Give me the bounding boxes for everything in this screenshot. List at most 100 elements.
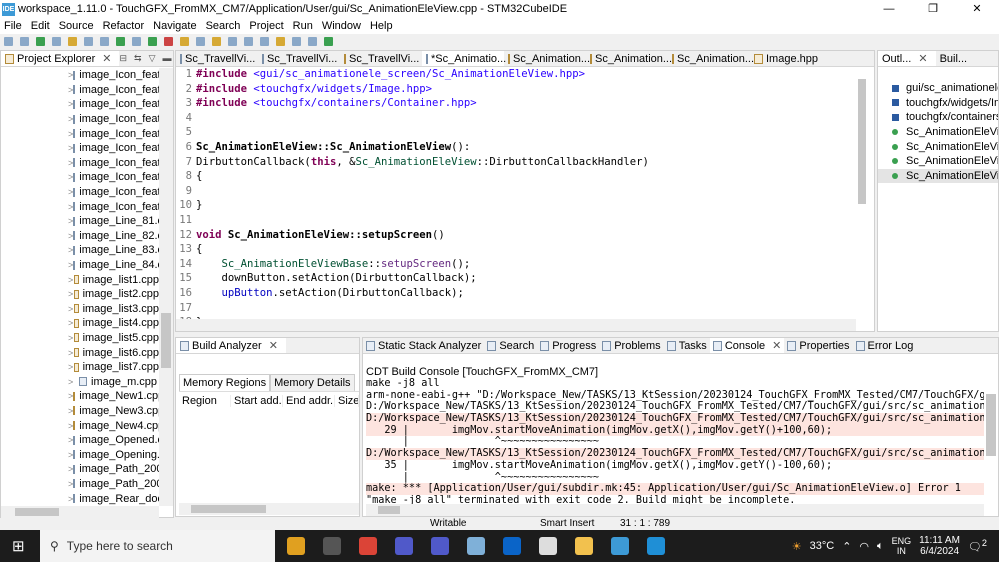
- outline-item[interactable]: touchgfx/containers/Co: [878, 110, 998, 125]
- clock-time[interactable]: 11:11 AM: [919, 535, 960, 546]
- tree-item[interactable]: > image_Icon_feath: [1, 126, 159, 141]
- stm32cubemx-taskbar-button[interactable]: [641, 530, 671, 562]
- tree-item[interactable]: > image_list4.cpp: [1, 316, 159, 331]
- tab-error-log[interactable]: Error Log: [853, 338, 917, 353]
- weather-icon[interactable]: ☀: [792, 540, 802, 553]
- folder-taskbar-button[interactable]: [569, 530, 599, 562]
- column-header[interactable]: Region: [179, 395, 231, 407]
- file-explorer-taskbar-button[interactable]: [281, 530, 311, 562]
- language[interactable]: ENG: [892, 536, 912, 546]
- tab-memory-details[interactable]: Memory Details: [270, 374, 355, 392]
- tab-editor-file[interactable]: Sc_Animation...: [586, 51, 672, 66]
- tab-tasks[interactable]: Tasks: [664, 338, 710, 353]
- code-area[interactable]: 1 #include <gui/sc_animationele_screen/Sc…: [176, 67, 856, 321]
- toolbar-button-icon[interactable]: [180, 37, 189, 46]
- close-icon[interactable]: ✕: [918, 52, 927, 65]
- tree-item[interactable]: > image_Icon_feath: [1, 199, 159, 214]
- toolbar-button-icon[interactable]: [164, 37, 173, 46]
- outline-item[interactable]: Sc_AnimationEleView::s: [878, 139, 998, 154]
- tab-editor-file[interactable]: Sc_TravellVi...: [176, 51, 258, 66]
- tree-item[interactable]: > image_Icon_feath: [1, 156, 159, 171]
- tab-editor-file[interactable]: Sc_Animation...: [668, 51, 754, 66]
- tree-item[interactable]: > image_New1.cpp: [1, 389, 159, 404]
- outlook-taskbar-button[interactable]: [497, 530, 527, 562]
- tree-item[interactable]: >image_Opened.cp: [1, 433, 159, 448]
- close-icon[interactable]: ✕: [772, 339, 781, 352]
- tab-editor-file[interactable]: Sc_TravellVi...: [258, 51, 340, 66]
- column-header[interactable]: End addr...: [283, 395, 335, 407]
- toolbar-button-icon[interactable]: [244, 37, 253, 46]
- outline-item[interactable]: touchgfx/widgets/Imag: [878, 96, 998, 111]
- windows-start-icon[interactable]: ⊞: [12, 537, 25, 555]
- tab-search[interactable]: Search: [484, 338, 537, 353]
- menu-help[interactable]: Help: [366, 20, 398, 32]
- tree-item[interactable]: > image_Icon_feath: [1, 185, 159, 200]
- tree-item[interactable]: >image_Line_84.cp: [1, 258, 159, 273]
- collapse-all-icon[interactable]: ⊟: [119, 53, 127, 64]
- taskbar-search[interactable]: ⚲ Type here to search: [40, 530, 275, 562]
- tree-item[interactable]: >image_Line_82.cp: [1, 229, 159, 244]
- toolbar-button-icon[interactable]: [132, 37, 141, 46]
- tree-item[interactable]: >image_Line_81.cp: [1, 214, 159, 229]
- toolbar-button-icon[interactable]: [148, 37, 157, 46]
- tree-item[interactable]: > image_list1.cpp: [1, 272, 159, 287]
- toolbar-button-icon[interactable]: [196, 37, 205, 46]
- toolbar-button-icon[interactable]: [100, 37, 109, 46]
- wifi-icon[interactable]: ◠: [859, 540, 869, 553]
- close-icon[interactable]: ✕: [269, 339, 278, 352]
- menu-window[interactable]: Window: [318, 20, 366, 32]
- tree-item[interactable]: > image_Opening.c: [1, 447, 159, 462]
- tab-problems[interactable]: Problems: [599, 338, 663, 353]
- toolbar-button-icon[interactable]: [52, 37, 61, 46]
- toolbar-button-icon[interactable]: [116, 37, 125, 46]
- toolbar-button-icon[interactable]: [84, 37, 93, 46]
- chevron-right-icon[interactable]: >: [68, 377, 79, 387]
- tab-memory-regions[interactable]: Memory Regions: [179, 374, 271, 392]
- toolbar-button-icon[interactable]: [292, 37, 301, 46]
- menu-search[interactable]: Search: [202, 20, 246, 32]
- menu-source[interactable]: Source: [55, 20, 99, 32]
- tree-item[interactable]: >image_Line_83.cp: [1, 243, 159, 258]
- link-icon[interactable]: ⇆: [134, 53, 142, 64]
- tab-editor-file[interactable]: Image.hpp: [750, 51, 832, 66]
- filter-icon[interactable]: ▽: [149, 53, 156, 64]
- teams-taskbar-button[interactable]: [389, 530, 419, 562]
- tree-item[interactable]: > image_list2.cpp: [1, 287, 159, 302]
- tree-item[interactable]: > image_Icon_feath: [1, 170, 159, 185]
- minimize-icon[interactable]: ▬: [163, 53, 172, 64]
- menu-project[interactable]: Project: [245, 20, 288, 32]
- volume-icon[interactable]: 🔈︎: [877, 540, 884, 553]
- weather-temp[interactable]: 33°C: [810, 540, 835, 552]
- clock-date[interactable]: 6/4/2024: [919, 546, 960, 557]
- outline-item[interactable]: Sc_AnimationEleView::D: [878, 168, 998, 184]
- task-view-taskbar-button[interactable]: [317, 530, 347, 562]
- menu-run[interactable]: Run: [289, 20, 318, 32]
- console-vertical-scrollbar[interactable]: [984, 378, 998, 505]
- tab-progress[interactable]: Progress: [537, 338, 599, 353]
- tree-item[interactable]: >image_Path_2002: [1, 462, 159, 477]
- tree-item[interactable]: > image_New3.cpp: [1, 404, 159, 419]
- chrome-taskbar-button[interactable]: [353, 530, 383, 562]
- column-header[interactable]: Start add...: [231, 395, 283, 407]
- explorer-vertical-scrollbar[interactable]: [159, 68, 173, 506]
- toolbar-button-icon[interactable]: [212, 37, 221, 46]
- outline-item[interactable]: Sc_AnimationEleView::t: [878, 154, 998, 169]
- maximize-button[interactable]: ❐: [911, 0, 955, 18]
- show-hidden-icons[interactable]: ⌃: [842, 540, 851, 553]
- outline-item[interactable]: gui/sc_animationele_sc: [878, 81, 998, 96]
- menu-refactor[interactable]: Refactor: [99, 20, 150, 32]
- toolbar-button-icon[interactable]: [228, 37, 237, 46]
- tab-properties[interactable]: Properties: [784, 338, 852, 353]
- toolbar-button-icon[interactable]: [276, 37, 285, 46]
- tab-project-explorer[interactable]: Project Explorer ✕: [1, 51, 120, 66]
- toolbar-button-icon[interactable]: [4, 37, 13, 46]
- tree-item[interactable]: > image_New4.cpp: [1, 418, 159, 433]
- close-button[interactable]: ✕: [955, 0, 999, 18]
- tree-item[interactable]: > image_Icon_feath: [1, 83, 159, 98]
- tree-item[interactable]: > image_list7.cpp: [1, 360, 159, 375]
- console-output[interactable]: make -j8 all arm-none-eabi-g++ "D:/Worksp…: [366, 378, 984, 505]
- editor-vertical-scrollbar[interactable]: [856, 67, 874, 321]
- tree-item[interactable]: > image_m.cpp: [1, 374, 159, 389]
- toolbar-button-icon[interactable]: [324, 37, 333, 46]
- region[interactable]: IN: [892, 546, 912, 556]
